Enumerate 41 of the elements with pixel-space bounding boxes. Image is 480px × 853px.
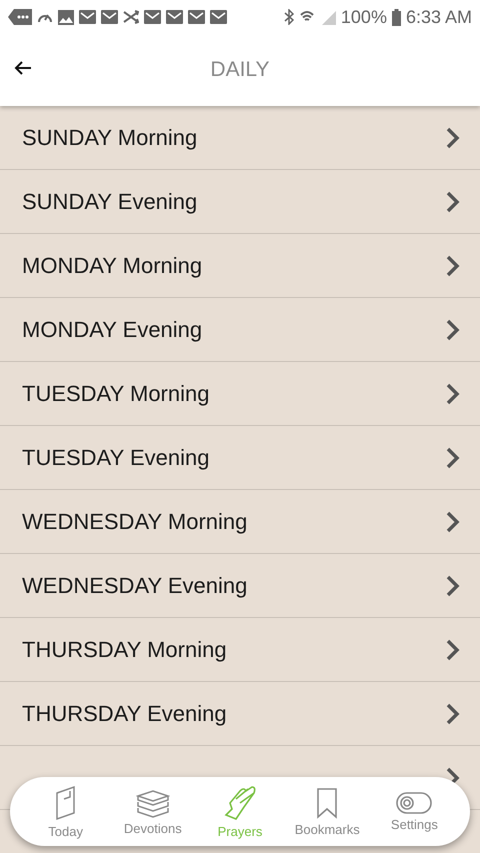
chevron-right-icon [446, 126, 460, 148]
battery-percent: 100% [340, 6, 387, 28]
clock-time: 6:33 AM [406, 6, 472, 28]
praying-hands-icon [222, 784, 258, 820]
list-item[interactable]: TUESDAY Morning [0, 362, 480, 426]
chevron-right-icon [446, 382, 460, 404]
list-item[interactable]: SUNDAY Evening [0, 170, 480, 234]
chevron-right-icon [446, 318, 460, 340]
chevron-right-icon [446, 254, 460, 276]
list-item[interactable]: TUESDAY Evening [0, 426, 480, 490]
bluetooth-icon [284, 9, 294, 25]
chevron-right-icon [446, 446, 460, 468]
list-item[interactable]: WEDNESDAY Morning [0, 490, 480, 554]
chevron-right-icon [446, 510, 460, 532]
back-arrow-icon [14, 60, 32, 76]
page-title: DAILY [210, 58, 270, 82]
mail-icon [210, 10, 227, 24]
list-item[interactable]: THURSDAY Evening [0, 682, 480, 746]
message-icon [8, 9, 32, 25]
chevron-right-icon [446, 702, 460, 724]
list-item[interactable]: THURSDAY Morning [0, 618, 480, 682]
toggle-icon [396, 792, 432, 814]
mail-icon [79, 10, 96, 24]
list-item[interactable]: WEDNESDAY Evening [0, 554, 480, 618]
image-icon [58, 10, 74, 24]
chevron-right-icon [446, 638, 460, 660]
mail-icon [144, 10, 161, 24]
list-item[interactable]: SUNDAY Morning [0, 106, 480, 170]
mail-icon [166, 10, 183, 24]
signal-icon [320, 9, 336, 25]
chevron-right-icon [446, 190, 460, 212]
battery-icon [392, 8, 401, 26]
shuffle-icon [123, 10, 139, 24]
bookmark-icon [316, 786, 338, 818]
list-item[interactable]: MONDAY Morning [0, 234, 480, 298]
chevron-right-icon [446, 574, 460, 596]
mail-icon [188, 10, 205, 24]
list-item[interactable]: MONDAY Evening [0, 298, 480, 362]
mail-icon [101, 10, 118, 24]
books-stack-icon [136, 788, 170, 818]
book-icon [54, 784, 78, 820]
